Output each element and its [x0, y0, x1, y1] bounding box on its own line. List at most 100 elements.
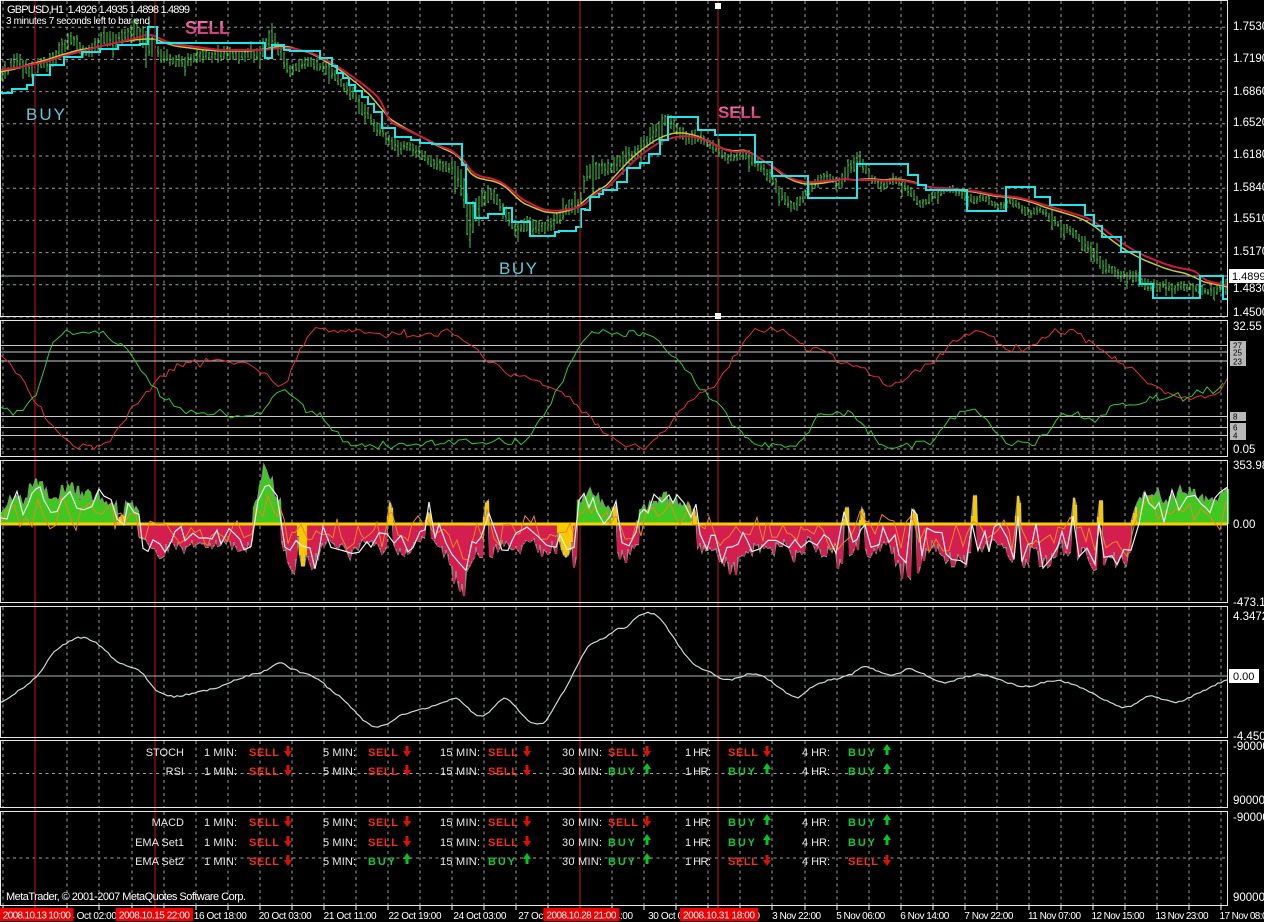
svg-text:12 Nov 15:00: 12 Nov 15:00	[1092, 911, 1145, 922]
svg-text:0.00: 0.00	[1233, 519, 1255, 531]
svg-text:1.7190: 1.7190	[1233, 53, 1264, 65]
svg-text:8: 8	[1233, 413, 1238, 422]
svg-text:BUY: BUY	[608, 856, 636, 868]
svg-text:BUY: BUY	[499, 259, 537, 278]
svg-text:SELL: SELL	[488, 817, 518, 829]
svg-text:0.05: 0.05	[1233, 444, 1255, 456]
svg-text:1 HR:: 1 HR:	[685, 837, 711, 849]
svg-text:15 MIN:: 15 MIN:	[440, 817, 480, 829]
svg-text:2008.10.13 10:00: 2008.10.13 10:00	[3, 911, 71, 922]
svg-text:1.4899: 1.4899	[1232, 271, 1264, 283]
svg-text:SELL: SELL	[368, 817, 398, 829]
svg-text:4 HR:: 4 HR:	[802, 747, 830, 759]
svg-text:5 MIN:: 5 MIN:	[323, 817, 356, 829]
svg-text:1.5840: 1.5840	[1233, 182, 1264, 194]
svg-text:2008.10.15 22:00: 2008.10.15 22:00	[119, 911, 190, 922]
svg-text:0.00: 0.00	[1233, 671, 1254, 683]
svg-text:22 Oct 19:00: 22 Oct 19:00	[389, 911, 442, 922]
svg-text:5 MIN:: 5 MIN:	[323, 766, 356, 778]
svg-text:4.3472: 4.3472	[1233, 611, 1264, 623]
svg-text:SELL: SELL	[488, 766, 518, 778]
svg-text:15 MIN:: 15 MIN:	[440, 766, 480, 778]
svg-text:13 Nov 23:00: 13 Nov 23:00	[1156, 911, 1209, 922]
svg-text:1 HR:: 1 HR:	[685, 856, 711, 868]
svg-text:BUY: BUY	[368, 856, 396, 868]
svg-text:15 MIN:: 15 MIN:	[440, 837, 480, 849]
svg-text:SELL: SELL	[249, 856, 279, 868]
svg-text:EMA Set2: EMA Set2	[135, 856, 184, 868]
svg-text:SELL: SELL	[608, 817, 638, 829]
svg-text:4 HR:: 4 HR:	[802, 856, 830, 868]
svg-text:SELL: SELL	[728, 747, 758, 759]
svg-text:EMA Set1: EMA Set1	[135, 837, 184, 849]
svg-text:BUY: BUY	[728, 766, 756, 778]
svg-text:4: 4	[1233, 432, 1238, 441]
svg-text:32.55: 32.55	[1233, 321, 1262, 333]
svg-text:5 MIN:: 5 MIN:	[323, 856, 356, 868]
svg-text:4 HR:: 4 HR:	[802, 766, 830, 778]
svg-text:STOCH: STOCH	[146, 747, 184, 759]
svg-text:BUY: BUY	[26, 105, 65, 124]
svg-text:1.6180: 1.6180	[1233, 149, 1264, 161]
svg-text:-9000000: -9000000	[1233, 741, 1264, 753]
svg-text:1 HR:: 1 HR:	[685, 747, 711, 759]
svg-text:15 MIN:: 15 MIN:	[440, 856, 480, 868]
svg-text:GBPUSD,H1 1.4926 1.4935 1.489: GBPUSD,H1 1.4926 1.4935 1.4898 1.4899	[7, 4, 190, 16]
svg-text:16 Oct 18:00: 16 Oct 18:00	[194, 911, 247, 922]
svg-text:BUY: BUY	[728, 837, 756, 849]
svg-text:17 Nov 08:00: 17 Nov 08:00	[1220, 911, 1264, 922]
svg-text:23: 23	[1233, 358, 1242, 367]
svg-text:353.988: 353.988	[1233, 460, 1264, 472]
svg-text:1 MIN:: 1 MIN:	[204, 856, 237, 868]
svg-text:2008.10.31 18:00: 2008.10.31 18:00	[683, 911, 755, 922]
svg-text:BUY: BUY	[848, 837, 876, 849]
svg-text:SELL: SELL	[249, 747, 279, 759]
svg-text:30 MIN:: 30 MIN:	[562, 747, 602, 759]
svg-text:BUY: BUY	[848, 747, 876, 759]
svg-text:15 MIN:: 15 MIN:	[440, 747, 480, 759]
svg-text:1.7530: 1.7530	[1233, 21, 1264, 33]
svg-text:5 MIN:: 5 MIN:	[323, 837, 356, 849]
svg-text:SELL: SELL	[488, 747, 518, 759]
svg-text:BUY: BUY	[728, 817, 756, 829]
svg-text:SELL: SELL	[848, 856, 878, 868]
svg-text:9000000: 9000000	[1233, 892, 1264, 904]
svg-text:BUY: BUY	[488, 856, 516, 868]
svg-text:30 MIN:: 30 MIN:	[562, 817, 602, 829]
svg-text:BUY: BUY	[848, 817, 876, 829]
svg-text:BUY: BUY	[848, 766, 876, 778]
svg-text:1 HR:: 1 HR:	[685, 766, 711, 778]
svg-text:1 MIN:: 1 MIN:	[204, 766, 237, 778]
svg-text:24 Oct 03:00: 24 Oct 03:00	[453, 911, 506, 922]
svg-text:SELL: SELL	[718, 103, 761, 122]
svg-text:7 Nov 22:00: 7 Nov 22:00	[964, 911, 1013, 922]
svg-text:21 Oct 11:00: 21 Oct 11:00	[324, 911, 377, 922]
svg-text:MetaTrader, © 2001-2007 MetaQu: MetaTrader, © 2001-2007 MetaQuotes Softw…	[6, 891, 246, 903]
svg-text:5 MIN:: 5 MIN:	[323, 747, 356, 759]
svg-text:MACD: MACD	[152, 817, 184, 829]
svg-text:SELL: SELL	[185, 18, 230, 38]
svg-text:1.5170: 1.5170	[1233, 246, 1264, 258]
svg-text:SELL: SELL	[608, 747, 638, 759]
svg-text:4 HR:: 4 HR:	[802, 837, 830, 849]
svg-text:SELL: SELL	[249, 817, 279, 829]
svg-text:-9000000: -9000000	[1233, 812, 1264, 824]
svg-text:11 Nov 07:00: 11 Nov 07:00	[1028, 911, 1081, 922]
svg-text:SELL: SELL	[249, 837, 279, 849]
svg-text:3 Nov 22:00: 3 Nov 22:00	[772, 911, 821, 922]
svg-text:1.4830: 1.4830	[1233, 283, 1264, 295]
svg-text:BUY: BUY	[608, 766, 636, 778]
svg-text:SELL: SELL	[368, 747, 398, 759]
svg-text:4 HR:: 4 HR:	[802, 817, 830, 829]
svg-text:SELL: SELL	[728, 856, 758, 868]
svg-text:1 MIN:: 1 MIN:	[204, 817, 237, 829]
svg-text:1 MIN:: 1 MIN:	[204, 837, 237, 849]
svg-text:1.6860: 1.6860	[1233, 86, 1264, 98]
svg-text:SELL: SELL	[249, 766, 279, 778]
svg-text:1 MIN:: 1 MIN:	[204, 747, 237, 759]
svg-text:-473.156: -473.156	[1233, 597, 1264, 609]
svg-text:SELL: SELL	[488, 837, 518, 849]
svg-text:6 Nov 14:00: 6 Nov 14:00	[900, 911, 949, 922]
svg-text:RSI: RSI	[166, 766, 184, 778]
svg-text:25: 25	[1233, 349, 1242, 358]
